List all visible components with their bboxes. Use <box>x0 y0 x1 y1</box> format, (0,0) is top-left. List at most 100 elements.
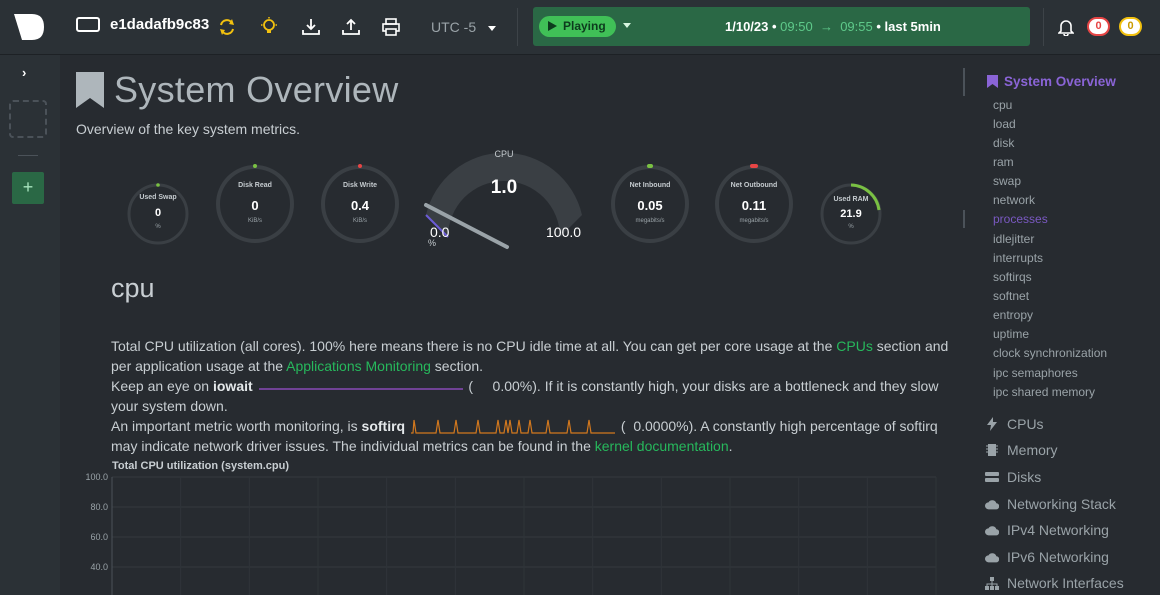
netdata-logo[interactable] <box>12 12 46 42</box>
notifications-button[interactable] <box>1057 18 1075 41</box>
arrow-right-icon: → <box>816 19 837 34</box>
chevron-down-icon[interactable] <box>623 23 631 28</box>
play-button[interactable]: Playing <box>539 16 616 37</box>
nav-item-softirqs[interactable]: softirqs <box>993 270 1032 284</box>
timezone-selector[interactable]: UTC -5 <box>431 19 497 35</box>
gauge-net-outbound[interactable]: Net Outbound 0.11 megabits/s <box>714 164 794 244</box>
nav-item-clock-synchronization[interactable]: clock synchronization <box>993 346 1107 360</box>
bolt-icon <box>985 417 999 431</box>
gauge-used-swap[interactable]: Used Swap 0 % <box>126 182 190 246</box>
cpus-link[interactable]: CPUs <box>836 338 873 354</box>
gauge-used-ram[interactable]: Used RAM 21.9 % <box>819 182 883 246</box>
nav-item-ram[interactable]: ram <box>993 155 1014 169</box>
bookmark-icon <box>987 75 998 88</box>
nav-active-indicator <box>963 210 965 228</box>
iowait-term: iowait <box>212 378 253 394</box>
gauge-label: Net Inbound <box>629 182 671 189</box>
applications-monitoring-link[interactable]: Applications Monitoring <box>286 358 431 374</box>
nav-section-label: CPUs <box>1007 416 1044 432</box>
gauge-value: 0.11 <box>741 198 767 213</box>
sync-icon <box>220 19 234 35</box>
cloud-icon <box>985 523 999 537</box>
gauge-label: CPU <box>494 149 514 159</box>
gauge-value: 0.4 <box>350 198 370 213</box>
kernel-documentation-link[interactable]: kernel documentation <box>595 438 729 454</box>
lightbulb-button[interactable] <box>258 15 280 39</box>
nav-section-label: Network Interfaces <box>1007 575 1124 591</box>
nav-item-ipc-shared-memory[interactable]: ipc shared memory <box>993 385 1095 399</box>
softirq-sparkline[interactable] <box>409 418 617 436</box>
nav-section-ipv6-networking[interactable]: IPv6 Networking <box>985 549 1109 565</box>
page-title-text: System Overview <box>114 69 399 110</box>
nav-item-swap[interactable]: swap <box>993 174 1021 188</box>
nav-section-label: Networking Stack <box>1007 496 1116 512</box>
desc-text: An important metric worth monitoring, is <box>111 418 362 434</box>
nav-item-disk[interactable]: disk <box>993 136 1014 150</box>
chevron-right-icon[interactable]: › <box>22 65 26 80</box>
chart-y-tick-label: 80.0 <box>90 502 108 512</box>
left-rail: › + <box>0 55 60 595</box>
nav-item-softnet[interactable]: softnet <box>993 289 1029 303</box>
space-placeholder[interactable] <box>9 100 47 138</box>
softirq-term: softirq <box>361 418 406 434</box>
chart-y-tick-label: 100.0 <box>85 473 108 482</box>
nav-section-networking-stack[interactable]: Networking Stack <box>985 496 1116 512</box>
import-button[interactable] <box>300 15 322 39</box>
lightbulb-icon <box>261 17 277 33</box>
nav-section-disks[interactable]: Disks <box>985 469 1041 485</box>
disk-icon <box>985 470 999 484</box>
nav-item-ipc-semaphores[interactable]: ipc semaphores <box>993 366 1078 380</box>
time-to: 09:55 <box>840 19 873 34</box>
print-button[interactable] <box>380 15 402 39</box>
server-icon <box>76 17 100 32</box>
plus-icon: + <box>22 177 34 197</box>
gauge-disk-write[interactable]: Disk Write 0.4 KiB/s <box>320 164 400 244</box>
gauge-value: 0 <box>154 207 162 219</box>
nav-section-cpus[interactable]: CPUs <box>985 416 1044 432</box>
chevron-down-icon <box>488 25 497 31</box>
host-selector[interactable]: e1dadafb9c83 <box>76 16 209 33</box>
chart-y-tick-label: 40.0 <box>90 562 108 572</box>
nav-active-indicator <box>963 68 965 96</box>
nav-item-network[interactable]: network <box>993 193 1035 207</box>
gauge-unit: megabits/s <box>635 218 665 224</box>
sync-button[interactable] <box>216 15 238 39</box>
nav-section-label: Memory <box>1007 442 1058 458</box>
softirq-value: 0.0000% <box>633 418 689 434</box>
chart-y-tick-label: 60.0 <box>90 532 108 542</box>
play-label: Playing <box>563 19 606 33</box>
nav-section-memory[interactable]: Memory <box>985 442 1058 458</box>
nav-item-cpu[interactable]: cpu <box>993 98 1012 112</box>
nav-item-uptime[interactable]: uptime <box>993 327 1029 341</box>
export-button[interactable] <box>340 15 362 39</box>
gauge-cpu[interactable]: CPU 1.0 0.0 100.0 % <box>420 147 588 257</box>
add-space-button[interactable]: + <box>12 172 44 204</box>
desc-text: Total CPU utilization (all cores). 100% … <box>111 338 837 354</box>
cpu-utilization-chart[interactable]: 100.0 80.0 60.0 40.0 <box>76 473 941 595</box>
critical-alerts-badge[interactable]: 0 <box>1087 17 1110 36</box>
gauge-label: Used Swap <box>139 194 177 201</box>
gauge-arc <box>424 152 582 249</box>
nav-item-load[interactable]: load <box>993 117 1016 131</box>
nav-item-interrupts[interactable]: interrupts <box>993 251 1043 265</box>
iowait-sparkline[interactable] <box>257 382 465 392</box>
download-icon <box>302 19 320 35</box>
warning-alerts-badge[interactable]: 0 <box>1119 17 1142 36</box>
nav-section-label: IPv6 Networking <box>1007 549 1109 565</box>
divider <box>18 155 38 156</box>
page-subtitle: Overview of the key system metrics. <box>76 121 301 137</box>
gauge-label: Disk Write <box>342 182 378 189</box>
nav-section-network-interfaces[interactable]: Network Interfaces <box>985 575 1124 591</box>
memory-icon <box>985 443 999 457</box>
nav-item-entropy[interactable]: entropy <box>993 308 1033 322</box>
nav-section-ipv4-networking[interactable]: IPv4 Networking <box>985 522 1109 538</box>
gauge-value: 21.9 <box>840 208 862 220</box>
gauge-disk-read[interactable]: Disk Read 0 KiB/s <box>215 164 295 244</box>
nav-item-idlejitter[interactable]: idlejitter <box>993 232 1034 246</box>
gauge-label: Used RAM <box>833 196 869 203</box>
nav-item-processes[interactable]: processes <box>993 212 1048 226</box>
gauge-net-inbound[interactable]: Net Inbound 0.05 megabits/s <box>610 164 690 244</box>
time-range[interactable]: 1/10/23 • 09:50 → 09:55 • last 5min <box>725 19 941 34</box>
playback-bar[interactable]: Playing 1/10/23 • 09:50 → 09:55 • last 5… <box>533 7 1030 46</box>
nav-section-system-overview[interactable]: System Overview <box>987 74 1116 89</box>
